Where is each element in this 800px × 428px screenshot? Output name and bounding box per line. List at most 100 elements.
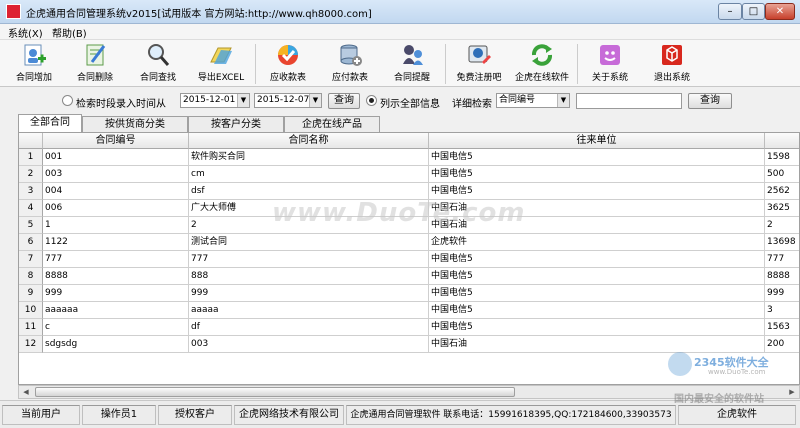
cell-unit[interactable]: 企虎软件 — [429, 234, 765, 251]
cell-amount[interactable]: 1563 — [765, 319, 799, 336]
contract-find-button[interactable]: 合同查找 — [128, 40, 188, 88]
cell-name[interactable]: cm — [189, 166, 429, 183]
cell-code[interactable]: 006 — [43, 200, 189, 217]
cell-name[interactable]: 888 — [189, 268, 429, 285]
row-number[interactable]: 5 — [19, 217, 43, 234]
row-number[interactable]: 11 — [19, 319, 43, 336]
cell-unit[interactable]: 中国电信5 — [429, 183, 765, 200]
cell-name[interactable]: 999 — [189, 285, 429, 302]
cell-code[interactable]: 001 — [43, 149, 189, 166]
table-row[interactable]: 2 003 cm 中国电信5 500 — [19, 166, 799, 183]
row-number[interactable]: 7 — [19, 251, 43, 268]
minimize-button[interactable]: – — [718, 3, 742, 20]
column-header-name[interactable]: 合同名称 — [189, 133, 429, 149]
cell-unit[interactable]: 中国电信5 — [429, 268, 765, 285]
row-number[interactable]: 8 — [19, 268, 43, 285]
cell-unit[interactable]: 中国石油 — [429, 336, 765, 353]
payable-button[interactable]: 应付款表 — [320, 40, 380, 88]
row-number[interactable]: 6 — [19, 234, 43, 251]
cell-name[interactable]: 2 — [189, 217, 429, 234]
cell-amount[interactable]: 1598 — [765, 149, 799, 166]
cell-amount[interactable]: 3 — [765, 302, 799, 319]
table-row[interactable]: 5 1 2 中国石油 2 — [19, 217, 799, 234]
cell-name[interactable]: 测试合同 — [189, 234, 429, 251]
cell-name[interactable]: 003 — [189, 336, 429, 353]
about-button[interactable]: 关于系统 — [580, 40, 640, 88]
cell-name[interactable]: df — [189, 319, 429, 336]
detail-query-button[interactable]: 查询 — [688, 93, 732, 109]
cell-name[interactable]: aaaaa — [189, 302, 429, 319]
cell-code[interactable]: 8888 — [43, 268, 189, 285]
free-register-button[interactable]: 免费注册吧 — [448, 40, 510, 88]
table-row[interactable]: 7 777 777 中国电信5 777 — [19, 251, 799, 268]
cell-code[interactable]: 777 — [43, 251, 189, 268]
show-all-radio[interactable] — [366, 95, 377, 106]
table-row[interactable]: 9 999 999 中国电信5 999 — [19, 285, 799, 302]
close-button[interactable]: ✕ — [765, 3, 795, 20]
cell-amount[interactable]: 2 — [765, 217, 799, 234]
cell-code[interactable]: sdgsdg — [43, 336, 189, 353]
cell-unit[interactable]: 中国电信5 — [429, 149, 765, 166]
chevron-down-icon[interactable]: ▼ — [557, 94, 569, 107]
cell-code[interactable]: 1 — [43, 217, 189, 234]
contract-add-button[interactable]: 合同增加 — [4, 40, 64, 88]
horizontal-scrollbar[interactable]: ◀ ▶ — [18, 385, 800, 399]
cell-code[interactable]: 1122 — [43, 234, 189, 251]
table-row[interactable]: 12 sdgsdg 003 中国石油 200 — [19, 336, 799, 353]
tab-online-products[interactable]: 企虎在线产品 — [284, 116, 380, 132]
table-row[interactable]: 11 c df 中国电信5 1563 — [19, 319, 799, 336]
chevron-down-icon[interactable]: ▼ — [309, 94, 321, 107]
row-number[interactable]: 12 — [19, 336, 43, 353]
exit-button[interactable]: 退出系统 — [642, 40, 702, 88]
row-number[interactable]: 2 — [19, 166, 43, 183]
menu-help[interactable]: 帮助(B) — [52, 25, 87, 40]
online-software-button[interactable]: 企虎在线软件 — [510, 40, 574, 88]
cell-unit[interactable]: 中国电信5 — [429, 251, 765, 268]
chevron-down-icon[interactable]: ▼ — [237, 94, 249, 107]
reminder-button[interactable]: 合同提醒 — [382, 40, 442, 88]
column-header-amount[interactable] — [765, 133, 799, 149]
menu-system[interactable]: 系统(X) — [8, 25, 43, 40]
row-number[interactable]: 1 — [19, 149, 43, 166]
export-excel-button[interactable]: 导出EXCEL — [190, 40, 252, 88]
row-number[interactable]: 10 — [19, 302, 43, 319]
table-row[interactable]: 6 1122 测试合同 企虎软件 13698 — [19, 234, 799, 251]
date-from-picker[interactable]: 2015-12-01 ▼ — [180, 93, 250, 108]
cell-amount[interactable]: 777 — [765, 251, 799, 268]
cell-amount[interactable]: 999 — [765, 285, 799, 302]
column-header-code[interactable]: 合同编号 — [43, 133, 189, 149]
cell-amount[interactable]: 500 — [765, 166, 799, 183]
cell-amount[interactable]: 2562 — [765, 183, 799, 200]
cell-unit[interactable]: 中国石油 — [429, 217, 765, 234]
table-row[interactable]: 8 8888 888 中国电信5 8888 — [19, 268, 799, 285]
cell-unit[interactable]: 中国电信5 — [429, 319, 765, 336]
cell-unit[interactable]: 中国电信5 — [429, 302, 765, 319]
scroll-left-icon[interactable]: ◀ — [19, 386, 33, 398]
cell-unit[interactable]: 中国电信5 — [429, 166, 765, 183]
row-number[interactable]: 3 — [19, 183, 43, 200]
cell-unit[interactable]: 中国电信5 — [429, 285, 765, 302]
cell-code[interactable]: 999 — [43, 285, 189, 302]
cell-code[interactable]: 003 — [43, 166, 189, 183]
date-to-picker[interactable]: 2015-12-07 ▼ — [254, 93, 322, 108]
cell-amount[interactable]: 3625 — [765, 200, 799, 217]
column-header-unit[interactable]: 往来单位 — [429, 133, 765, 149]
cell-name[interactable]: 广大大师傅 — [189, 200, 429, 217]
search-field-select[interactable]: 合同编号 ▼ — [496, 93, 570, 108]
scrollbar-thumb[interactable] — [35, 387, 515, 397]
tab-by-supplier[interactable]: 按供货商分类 — [82, 116, 188, 132]
row-number[interactable]: 9 — [19, 285, 43, 302]
table-row[interactable]: 1 001 软件购买合同 中国电信5 1598 — [19, 149, 799, 166]
cell-name[interactable]: 777 — [189, 251, 429, 268]
cell-unit[interactable]: 中国石油 — [429, 200, 765, 217]
cell-name[interactable]: 软件购买合同 — [189, 149, 429, 166]
scroll-right-icon[interactable]: ▶ — [785, 386, 799, 398]
time-range-radio[interactable] — [62, 95, 73, 106]
cell-code[interactable]: aaaaaa — [43, 302, 189, 319]
receivable-button[interactable]: 应收款表 — [258, 40, 318, 88]
tab-by-customer[interactable]: 按客户分类 — [188, 116, 284, 132]
table-row[interactable]: 10 aaaaaa aaaaa 中国电信5 3 — [19, 302, 799, 319]
cell-code[interactable]: c — [43, 319, 189, 336]
cell-code[interactable]: 004 — [43, 183, 189, 200]
cell-amount[interactable]: 8888 — [765, 268, 799, 285]
